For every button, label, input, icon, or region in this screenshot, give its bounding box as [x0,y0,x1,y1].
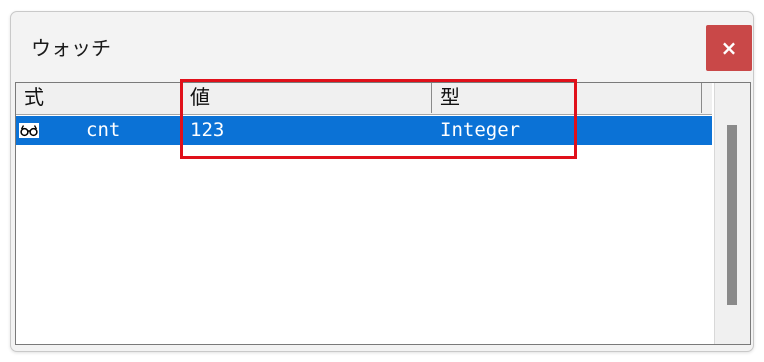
close-button[interactable]: × [706,25,752,71]
window-title: ウォッチ [31,36,111,60]
annotation-highlight-box [180,79,577,159]
vertical-scrollbar[interactable] [714,83,750,344]
watch-window: ウォッチ × 式 値 型 cnt 123 Integer [10,11,754,352]
scrollbar-thumb[interactable] [727,125,737,305]
column-header-expression[interactable]: 式 [16,83,182,113]
row-expression: cnt [86,119,121,141]
glasses-icon [19,123,39,138]
close-icon: × [720,36,738,60]
